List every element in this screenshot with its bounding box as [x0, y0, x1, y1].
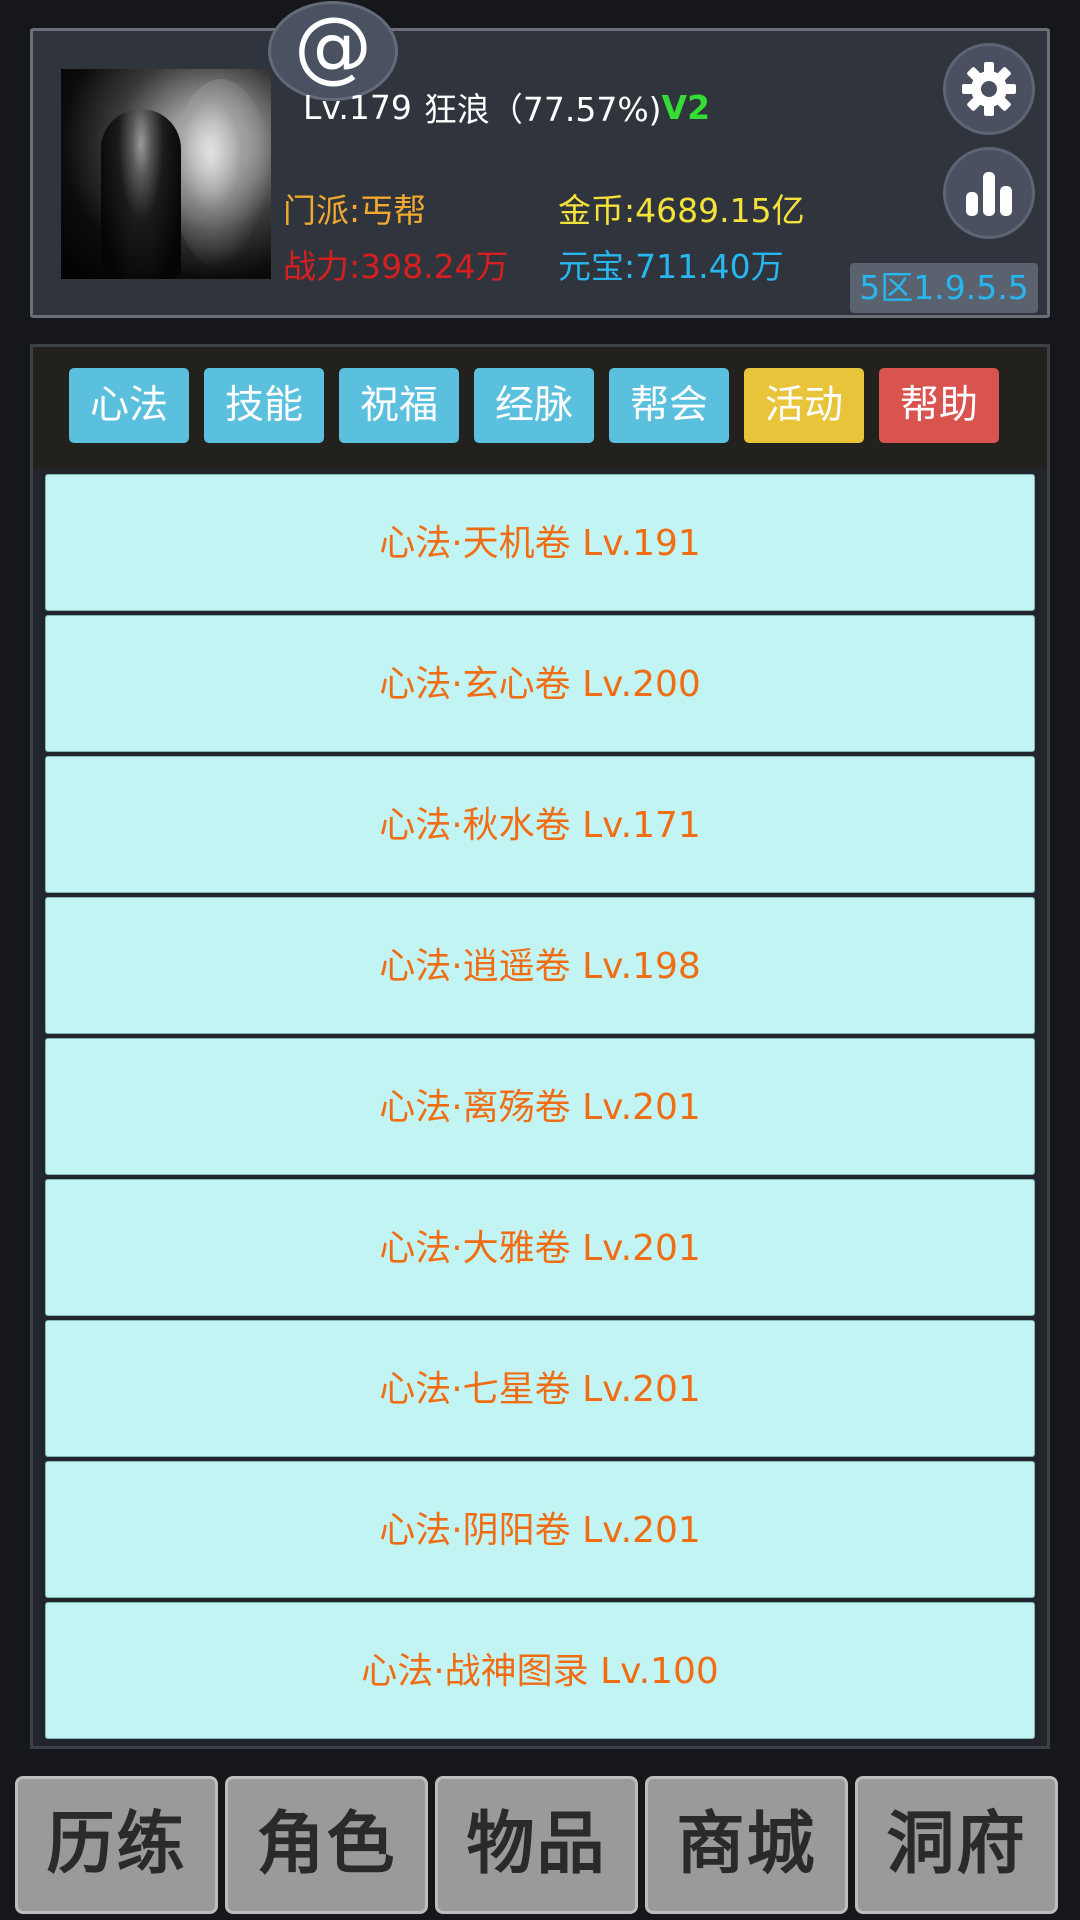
player-info-panel: @ Lv.179 狂浪 （77.57%) V2 门派:丐帮 战力:398.24万… — [30, 1, 1050, 318]
tab-blessing[interactable]: 祝福 — [339, 368, 459, 443]
gear-icon — [962, 62, 1016, 116]
statistics-button[interactable] — [943, 147, 1035, 239]
tab-guild[interactable]: 帮会 — [609, 368, 729, 443]
skill-item-xuanxin[interactable]: 心法·玄心卷 Lv.200 — [45, 615, 1035, 752]
server-version-badge: 5区1.9.5.5 — [850, 263, 1038, 313]
sect-label: 门派:丐帮 — [283, 191, 427, 230]
tab-help[interactable]: 帮助 — [879, 368, 999, 443]
ingot-label: 元宝:711.40万 — [558, 247, 784, 286]
player-name: 狂浪 — [423, 90, 490, 129]
skill-item-zhanshen[interactable]: 心法·战神图录 Lv.100 — [45, 1602, 1035, 1739]
skill-item-lishang[interactable]: 心法·离殇卷 Lv.201 — [45, 1038, 1035, 1175]
avatar-smoke-art — [171, 79, 271, 269]
nav-shop[interactable]: 商城 — [645, 1776, 848, 1914]
avatar-figure-art — [101, 109, 181, 279]
tab-meridian[interactable]: 经脉 — [474, 368, 594, 443]
nav-training[interactable]: 历练 — [15, 1776, 218, 1914]
main-panel: 心法 技能 祝福 经脉 帮会 活动 帮助 心法·天机卷 Lv.191 心法·玄心… — [30, 344, 1050, 1749]
gold-label: 金币:4689.15亿 — [558, 191, 805, 230]
tab-xinfa[interactable]: 心法 — [69, 368, 189, 443]
bottom-nav: 历练 角色 物品 商城 洞府 — [0, 1770, 1080, 1920]
tab-bar: 心法 技能 祝福 经脉 帮会 活动 帮助 — [33, 347, 1047, 469]
skill-item-qixing[interactable]: 心法·七星卷 Lv.201 — [45, 1320, 1035, 1457]
exp-percent: （77.57%) — [489, 90, 662, 129]
skill-item-xiaoyao[interactable]: 心法·逍遥卷 Lv.198 — [45, 897, 1035, 1034]
skill-item-tianji[interactable]: 心法·天机卷 Lv.191 — [45, 474, 1035, 611]
player-level: Lv.179 — [303, 87, 412, 127]
tab-skills[interactable]: 技能 — [204, 368, 324, 443]
tab-events[interactable]: 活动 — [744, 368, 864, 443]
skill-item-yinyang[interactable]: 心法·阴阳卷 Lv.201 — [45, 1461, 1035, 1598]
power-label: 战力:398.24万 — [283, 247, 509, 286]
skill-item-qiushui[interactable]: 心法·秋水卷 Lv.171 — [45, 756, 1035, 893]
bar-chart-icon — [966, 172, 1012, 216]
vip-badge: V2 — [661, 87, 711, 127]
skill-item-daya[interactable]: 心法·大雅卷 Lv.201 — [45, 1179, 1035, 1316]
nav-items[interactable]: 物品 — [435, 1776, 638, 1914]
level-line: Lv.179 狂浪 （77.57%) V2 — [303, 83, 710, 131]
player-avatar[interactable] — [61, 69, 271, 279]
nav-cave[interactable]: 洞府 — [855, 1776, 1058, 1914]
settings-button[interactable] — [943, 43, 1035, 135]
nav-character[interactable]: 角色 — [225, 1776, 428, 1914]
